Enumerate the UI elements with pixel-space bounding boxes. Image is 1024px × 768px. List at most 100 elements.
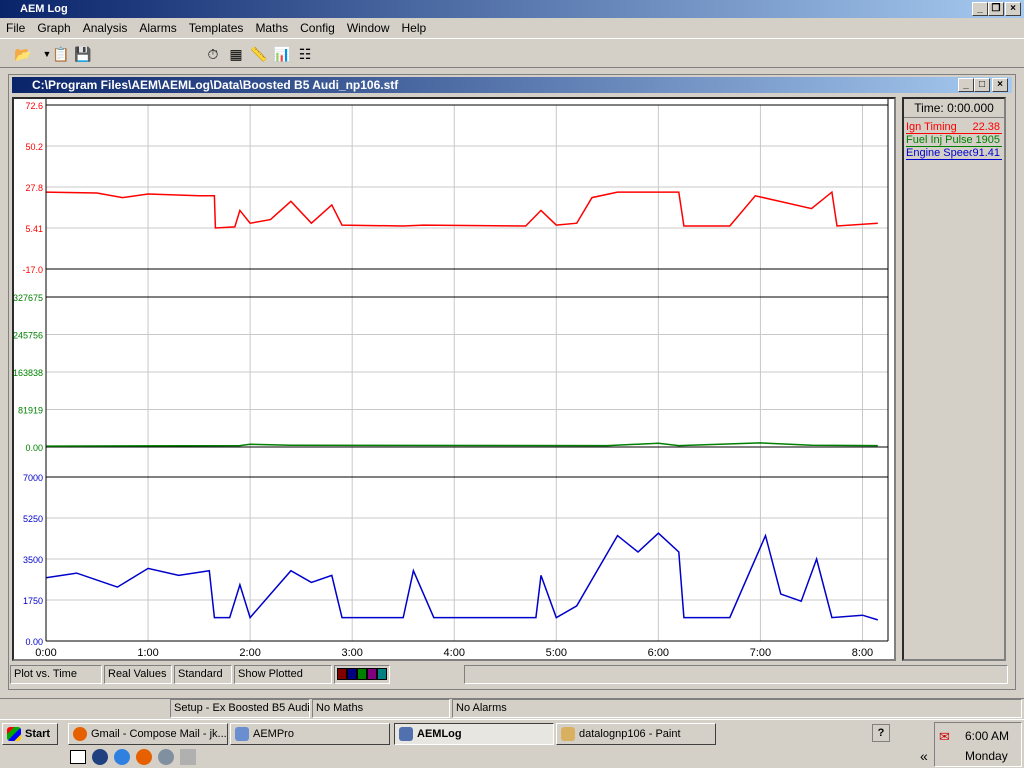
chevron-left-icon[interactable]: «	[920, 748, 928, 764]
media-player-icon[interactable]	[92, 749, 108, 765]
misc-launch-icon[interactable]	[180, 749, 196, 765]
clock-time[interactable]: 6:00 AM	[965, 729, 1009, 743]
x-tick-label: 5:00	[546, 647, 567, 659]
firefox-launch-icon[interactable]	[136, 749, 152, 765]
y-tick-label: 3500	[23, 555, 43, 565]
stopwatch-icon[interactable]: ⏱	[202, 43, 224, 65]
system-tray: ✉ 6:00 AM Monday	[934, 722, 1022, 767]
task-aempro[interactable]: AEMPro	[230, 723, 390, 745]
y-tick-label: 163838	[14, 368, 43, 378]
table-icon[interactable]: ▦	[225, 43, 247, 65]
status-empty	[464, 665, 1008, 684]
y-tick-label: 245756	[14, 331, 43, 341]
legend-value-rpm: 91.41	[972, 147, 1000, 159]
log-window-title: C:\Program Files\AEM\AEMLog\Data\Boosted…	[32, 78, 399, 92]
y-tick-label: 5250	[23, 514, 43, 524]
y-tick-label: 72.6	[25, 101, 43, 111]
child-close-button[interactable]: ×	[992, 78, 1008, 92]
plot-area[interactable]: 0:00 1:00 2:00 3:00 4:00 5:00 6:00 7:00 8:00 72.6…	[12, 97, 896, 661]
app-status-bar: Setup - Ex Boosted B5 Audi_ No Maths No …	[0, 698, 1024, 718]
menu-file[interactable]: File	[0, 21, 31, 35]
app-title-bar: AEM Log _ ❐ ×	[0, 0, 1024, 18]
legend-row-ign[interactable]: Ign Timing 22.38	[906, 121, 1002, 134]
status-alarms: No Alarms	[452, 699, 1022, 718]
open-folder-icon[interactable]: 📂	[12, 43, 34, 65]
clipboard-icon[interactable]: 📋	[50, 43, 72, 65]
menu-window[interactable]: Window	[341, 21, 396, 35]
x-tick-label: 1:00	[137, 647, 158, 659]
help-icon[interactable]: ?	[872, 724, 890, 742]
y-tick-label: 1750	[23, 596, 43, 606]
task-paint[interactable]: datalognp106 - Paint	[556, 723, 716, 745]
series-line-1	[45, 442, 878, 447]
quick-launch	[70, 747, 210, 767]
x-tick-label: 0:00	[35, 647, 56, 659]
y-tick-label: 27.8	[25, 183, 43, 193]
legend-time: Time: 0:00.000	[904, 99, 1004, 118]
status-standard[interactable]: Standard	[174, 665, 232, 684]
y-tick-label: 50.2	[25, 142, 43, 152]
y-tick-label: 7000	[23, 473, 43, 483]
toolbar: 📂 ▼ 📋 💾 ⏱ ▦ 📏 📊 ☷	[0, 38, 1024, 68]
ruler-icon[interactable]: 📏	[248, 43, 270, 65]
legend-value-ign: 22.38	[972, 121, 1000, 133]
save-icon[interactable]: 💾	[72, 43, 94, 65]
x-tick-label: 4:00	[444, 647, 465, 659]
app-launch-icon[interactable]	[158, 749, 174, 765]
ie-icon[interactable]	[114, 749, 130, 765]
legend-row-fuel[interactable]: Fuel Inj Pulse 1905	[906, 134, 1002, 147]
legend-name-rpm: Engine Speed	[906, 147, 976, 159]
legend-value-fuel: 1905	[975, 134, 1000, 146]
clock-day: Monday	[965, 749, 1008, 763]
menu-config[interactable]: Config	[294, 21, 341, 35]
task-paint-label: datalognp106 - Paint	[579, 728, 681, 740]
taskbar: Start Gmail - Compose Mail - jk... AEMPr…	[0, 719, 1024, 768]
child-minimize-button[interactable]: _	[958, 78, 974, 92]
x-tick-label: 3:00	[341, 647, 362, 659]
x-tick-label: 2:00	[239, 647, 260, 659]
task-aempro-label: AEMPro	[253, 728, 294, 740]
close-button[interactable]: ×	[1005, 2, 1021, 16]
y-tick-label: 81919	[18, 406, 43, 416]
status-value-mode[interactable]: Real Values	[104, 665, 172, 684]
menu-alarms[interactable]: Alarms	[133, 21, 182, 35]
menu-help[interactable]: Help	[396, 21, 433, 35]
firefox-icon	[73, 727, 87, 741]
aemlog-icon	[399, 727, 413, 741]
y-tick-label: 327675	[14, 293, 43, 303]
menu-maths[interactable]: Maths	[249, 21, 294, 35]
y-tick-label: 0.00	[25, 637, 43, 647]
y-tick-label: 0.00	[25, 443, 43, 453]
child-maximize-button[interactable]: □	[974, 78, 990, 92]
pan-zoom-buttons[interactable]	[334, 665, 390, 684]
aempro-icon	[235, 727, 249, 741]
x-tick-label: 8:00	[852, 647, 873, 659]
status-plot-mode[interactable]: Plot vs. Time	[10, 665, 102, 684]
channel-legend: Time: 0:00.000 Ign Timing 22.38 Fuel Inj…	[902, 97, 1006, 661]
grid-icon[interactable]: ☷	[294, 43, 316, 65]
log-chart[interactable]: 0:00 1:00 2:00 3:00 4:00 5:00 6:00 7:00 8:00 72.6…	[13, 99, 894, 659]
network-icon[interactable]: ✉	[939, 729, 950, 745]
legend-row-rpm[interactable]: Engine Speed 91.41	[906, 147, 1002, 160]
app-title: AEM Log	[20, 3, 68, 15]
menu-templates[interactable]: Templates	[183, 21, 250, 35]
task-gmail-label: Gmail - Compose Mail - jk...	[91, 728, 227, 740]
y-tick-label: -17.0	[22, 265, 43, 275]
show-desktop-icon[interactable]	[70, 750, 86, 764]
task-aemlog[interactable]: AEMLog	[394, 723, 554, 745]
restore-button[interactable]: ❐	[988, 2, 1004, 16]
start-label: Start	[25, 728, 51, 740]
minimize-button[interactable]: _	[972, 2, 988, 16]
start-button[interactable]: Start	[2, 723, 58, 745]
bar-chart-icon[interactable]: 📊	[271, 43, 293, 65]
windows-logo-icon	[7, 727, 21, 741]
menu-bar: File Graph Analysis Alarms Templates Mat…	[0, 18, 1024, 37]
menu-graph[interactable]: Graph	[31, 21, 76, 35]
task-aemlog-label: AEMLog	[417, 728, 462, 740]
log-window-title-bar: C:\Program Files\AEM\AEMLog\Data\Boosted…	[12, 77, 1012, 93]
paint-icon	[561, 727, 575, 741]
task-gmail[interactable]: Gmail - Compose Mail - jk...	[68, 723, 228, 745]
status-show-plotted[interactable]: Show Plotted	[234, 665, 332, 684]
menu-analysis[interactable]: Analysis	[77, 21, 134, 35]
series-line-2	[45, 532, 879, 621]
